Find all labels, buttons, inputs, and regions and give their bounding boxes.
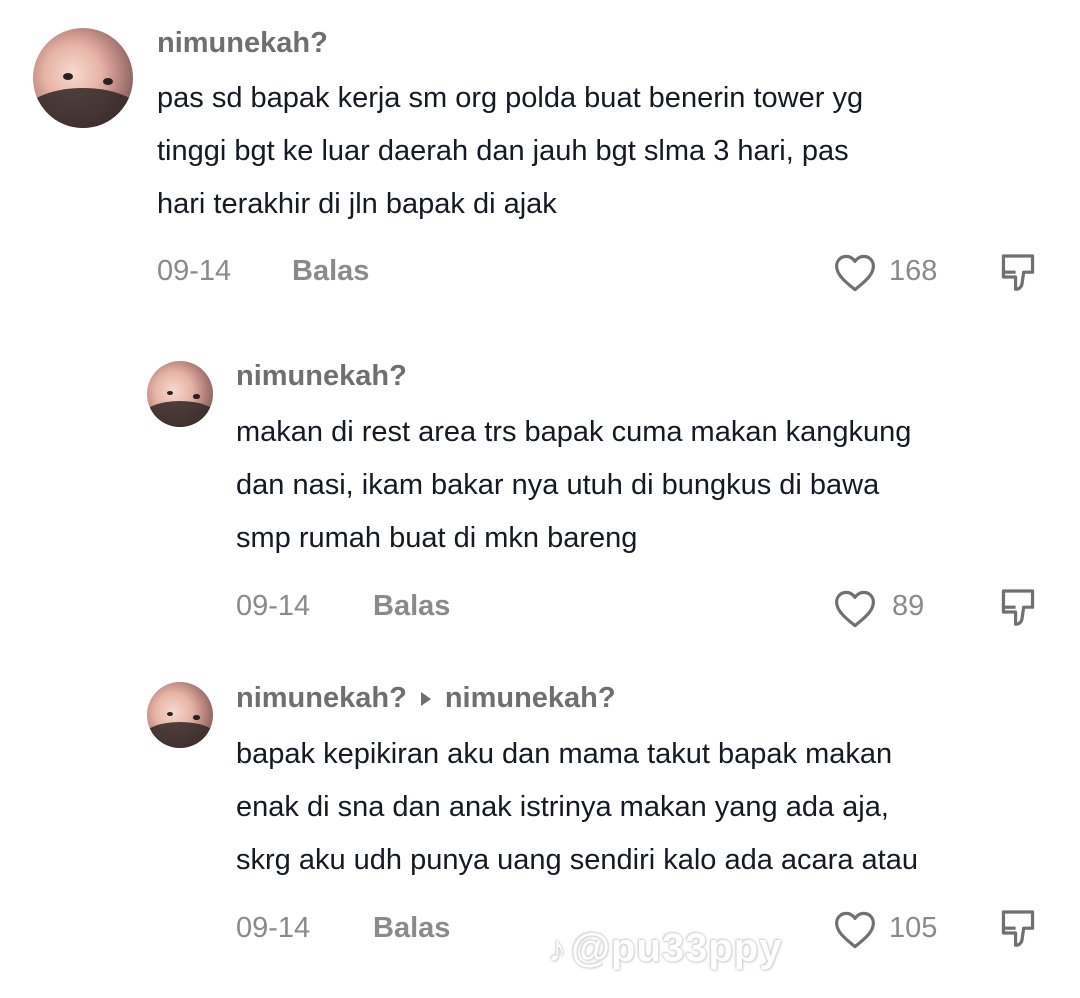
comment-username[interactable]: nimunekah? bbox=[236, 360, 407, 393]
watermark-handle: @pu33ppy bbox=[571, 926, 783, 970]
dislike-icon[interactable] bbox=[998, 908, 1038, 950]
comment-text: bapak kepikiran aku dan mama takut bapak… bbox=[236, 738, 918, 876]
watermark: ♪ @pu33ppy bbox=[548, 926, 782, 971]
reply-button[interactable]: Balas bbox=[292, 255, 369, 288]
like-count: 168 bbox=[889, 255, 938, 287]
avatar[interactable] bbox=[147, 682, 213, 748]
heart-icon[interactable] bbox=[834, 910, 876, 950]
comment-username[interactable]: nimunekah? bbox=[157, 27, 328, 60]
avatar[interactable] bbox=[147, 361, 213, 427]
heart-icon[interactable] bbox=[834, 589, 876, 629]
heart-icon[interactable] bbox=[834, 253, 876, 293]
dislike-icon[interactable] bbox=[998, 252, 1038, 294]
reply-to-username-link[interactable]: nimunekah? bbox=[445, 682, 616, 715]
username-link[interactable]: nimunekah? bbox=[157, 27, 328, 60]
reply-arrow-icon bbox=[420, 691, 431, 706]
comment-date: 09-14 bbox=[157, 255, 232, 287]
dislike-icon[interactable] bbox=[998, 587, 1038, 629]
username-link[interactable]: nimunekah? bbox=[236, 682, 407, 715]
comment-3: nimunekah? nimunekah? bapak kepikiran ak… bbox=[0, 662, 1080, 998]
avatar[interactable] bbox=[33, 28, 133, 128]
comment-text: makan di rest area trs bapak cuma makan … bbox=[236, 416, 912, 554]
comment-text: pas sd bapak kerja sm org polda buat ben… bbox=[157, 82, 864, 220]
comment-2: nimunekah? makan di rest area trs bapak … bbox=[0, 340, 1080, 660]
comment-date: 09-14 bbox=[236, 590, 311, 622]
reply-button[interactable]: Balas bbox=[373, 590, 450, 623]
tiktok-note-icon: ♪ bbox=[548, 927, 567, 969]
comment-date: 09-14 bbox=[236, 912, 311, 944]
username-link[interactable]: nimunekah? bbox=[236, 360, 407, 393]
comment-1: nimunekah? pas sd bapak kerja sm org pol… bbox=[0, 0, 1080, 320]
reply-button[interactable]: Balas bbox=[373, 912, 450, 945]
like-count: 105 bbox=[889, 912, 938, 944]
like-count: 89 bbox=[892, 590, 925, 622]
comment-username[interactable]: nimunekah? nimunekah? bbox=[236, 682, 616, 715]
